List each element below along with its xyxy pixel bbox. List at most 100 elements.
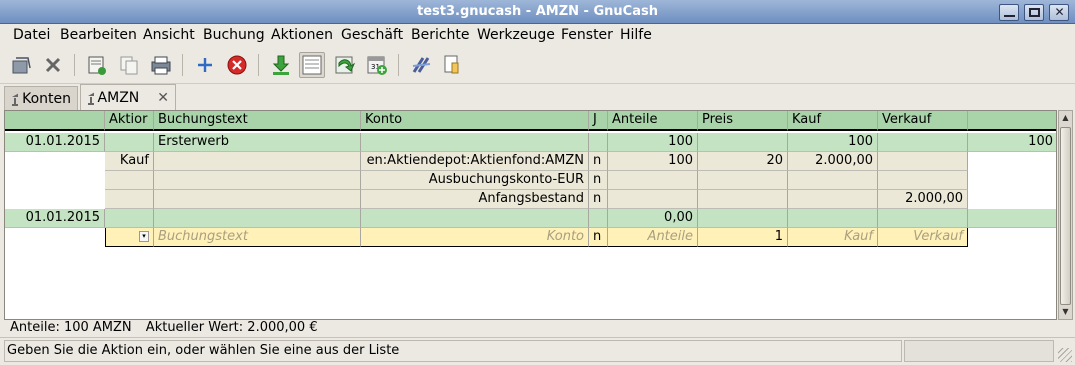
vertical-scrollbar[interactable]: ▲ ▼ [1058, 110, 1073, 320]
tab-amzn[interactable]: AMZN ✕ [80, 84, 176, 110]
transaction-date[interactable]: 01.01.2015 [5, 133, 105, 152]
tab-konten[interactable]: Konten [4, 86, 78, 110]
new-transaction-date[interactable]: 01.01.2015 [5, 209, 105, 228]
split-anteile[interactable] [608, 171, 698, 190]
header-date [5, 111, 105, 131]
menu-geschaeft[interactable]: Geschäft [341, 27, 403, 43]
menu-bearbeiten[interactable]: Bearbeiten [60, 27, 137, 43]
close-icon [45, 57, 61, 73]
duplicate-button[interactable] [84, 52, 110, 78]
copy-button[interactable] [116, 52, 142, 78]
anteile-field[interactable]: Anteile [608, 228, 698, 247]
status-bar: Geben Sie die Aktion ein, oder wählen Si… [0, 337, 1075, 365]
new-transaction-preis [698, 209, 788, 228]
close-register-button[interactable] [40, 52, 66, 78]
menu-hilfe[interactable]: Hilfe [620, 27, 652, 43]
action-combo[interactable]: ▾ [105, 228, 154, 247]
shares-summary: Anteile: 100 AMZN [10, 320, 132, 335]
transaction-konto [361, 133, 589, 152]
new-transaction-num[interactable] [105, 209, 154, 228]
transaction-verkauf [878, 133, 968, 152]
menu-berichte[interactable]: Berichte [411, 27, 470, 43]
find-icon [444, 55, 459, 74]
close-icon: ✕ [1054, 5, 1065, 19]
transaction-row[interactable]: 01.01.2015 Ersterwerb 100 100 100 [5, 133, 1056, 152]
enter-button[interactable] [268, 52, 294, 78]
scroll-up-icon[interactable]: ▲ [1059, 111, 1072, 125]
scrollbar-thumb[interactable] [1060, 127, 1071, 305]
split-action[interactable] [105, 190, 154, 209]
split-kauf[interactable]: 2.000,00 [788, 152, 878, 171]
split-reconcile[interactable]: n [589, 171, 608, 190]
menu-fenster[interactable]: Fenster [561, 27, 613, 43]
split-memo[interactable] [154, 190, 361, 209]
save-button[interactable] [8, 52, 34, 78]
resize-grip-icon[interactable] [1058, 348, 1072, 362]
menu-aktionen[interactable]: Aktionen [271, 27, 333, 43]
split-account[interactable]: Ausbuchungskonto-EUR [361, 171, 589, 190]
split-preis[interactable] [698, 190, 788, 209]
memo-field[interactable]: Buchungstext [154, 228, 361, 247]
split-verkauf[interactable] [878, 152, 968, 171]
split-reconcile[interactable]: n [589, 190, 608, 209]
register-ledger: Aktior Buchungstext Konto J Anteile Prei… [4, 110, 1057, 320]
transfer-button[interactable] [408, 52, 434, 78]
split-account[interactable]: en:Aktiendepot:Aktienfond:AMZN [361, 152, 589, 171]
minimize-icon [1004, 8, 1015, 17]
new-transaction-description[interactable] [154, 209, 361, 228]
kauf-field[interactable]: Kauf [788, 228, 878, 247]
split-preis[interactable] [698, 171, 788, 190]
status-message: Geben Sie die Aktion ein, oder wählen Si… [4, 340, 902, 362]
split-preis[interactable]: 20 [698, 152, 788, 171]
new-transaction-row[interactable]: 01.01.2015 0,00 [5, 209, 1056, 228]
print-button[interactable] [148, 52, 174, 78]
account-field[interactable]: Konto [361, 228, 589, 247]
split-row[interactable]: Anfangsbestand n 2.000,00 [5, 190, 1056, 209]
split-anteile[interactable] [608, 190, 698, 209]
header-verkauf: Verkauf [878, 111, 968, 131]
menu-datei[interactable]: Datei [13, 27, 50, 43]
header-buchungstext: Buchungstext [154, 111, 361, 131]
header-konto: Konto [361, 111, 589, 131]
menu-buchung[interactable]: Buchung [203, 27, 265, 43]
transaction-num[interactable] [105, 133, 154, 152]
split-reconcile[interactable]: n [589, 152, 608, 171]
split-anteile[interactable]: 100 [608, 152, 698, 171]
add-icon [198, 58, 212, 72]
add-button[interactable] [192, 52, 218, 78]
reconcile-field[interactable]: n [589, 228, 608, 247]
split-memo[interactable] [154, 152, 361, 171]
split-kauf[interactable] [788, 171, 878, 190]
chevron-down-icon[interactable]: ▾ [139, 231, 149, 242]
split-row[interactable]: Ausbuchungskonto-EUR n [5, 171, 1056, 190]
split-button[interactable] [299, 52, 325, 78]
scroll-down-icon[interactable]: ▼ [1059, 305, 1072, 319]
verkauf-field[interactable]: Verkauf [878, 228, 968, 247]
split-action[interactable] [105, 171, 154, 190]
header-kauf: Kauf [788, 111, 878, 131]
menu-ansicht[interactable]: Ansicht [143, 27, 195, 43]
maximize-button[interactable] [1024, 4, 1044, 21]
split-memo[interactable] [154, 171, 361, 190]
edit-split-row[interactable]: ▾ Buchungstext Konto n Anteile 1 Kauf Ve… [5, 228, 1056, 247]
split-kauf[interactable] [788, 190, 878, 209]
delete-button[interactable] [224, 52, 250, 78]
find-button[interactable] [440, 52, 466, 78]
split-icon [302, 55, 322, 75]
schedule-button[interactable]: 31 [364, 52, 390, 78]
split-action[interactable]: Kauf [105, 152, 154, 171]
minimize-button[interactable] [999, 4, 1019, 21]
menu-werkzeuge[interactable]: Werkzeuge [477, 27, 555, 43]
split-verkauf[interactable] [878, 171, 968, 190]
split-account[interactable]: Anfangsbestand [361, 190, 589, 209]
transaction-balance: 100 [968, 133, 1056, 152]
header-anteile: Anteile [608, 111, 698, 131]
transaction-description[interactable]: Ersterwerb [154, 133, 361, 152]
new-transaction-kauf [788, 209, 878, 228]
jump-button[interactable] [332, 52, 358, 78]
close-window-button[interactable]: ✕ [1049, 4, 1069, 21]
close-tab-icon[interactable]: ✕ [157, 90, 169, 106]
preis-field[interactable]: 1 [698, 228, 788, 247]
split-row[interactable]: Kauf en:Aktiendepot:Aktienfond:AMZN n 10… [5, 152, 1056, 171]
split-verkauf[interactable]: 2.000,00 [878, 190, 968, 209]
